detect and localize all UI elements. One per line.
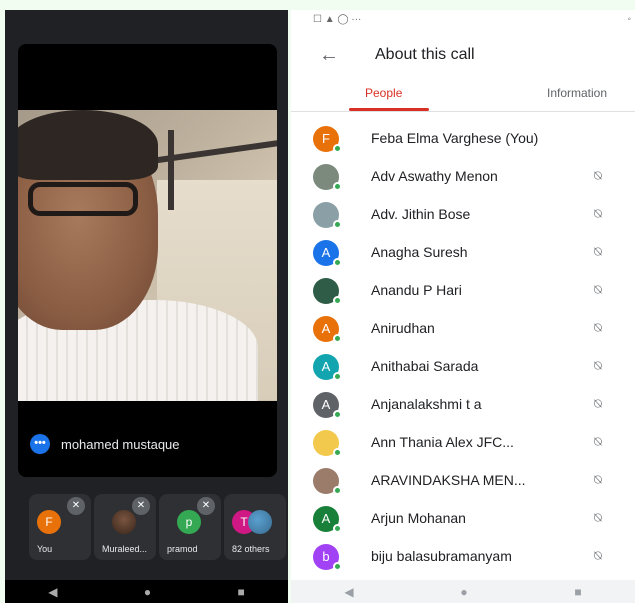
- participant-tiles: ✕ F You ✕ Muraleed... ✕ p pramod T 82 ot…: [29, 494, 286, 560]
- participant-name: Anithabai Sarada: [371, 358, 479, 374]
- mic-off-icon: ⍉: [594, 282, 602, 297]
- mic-off-icon: ⍉: [594, 320, 602, 335]
- presence-dot-icon: [333, 144, 342, 153]
- mic-off-icon: ⍉: [594, 396, 602, 411]
- tab-people[interactable]: People: [365, 86, 402, 100]
- video-background-pipe-vertical: [168, 130, 174, 210]
- participant-name: Adv. Jithin Bose: [371, 206, 471, 222]
- presence-dot-icon: [333, 486, 342, 495]
- presence-dot-icon: [333, 410, 342, 419]
- speaker-name: mohamed mustaque: [61, 436, 180, 452]
- participant-row[interactable]: A Arjun Mohanan ⍉: [291, 498, 635, 536]
- meet-call-screen: ••• mohamed mustaque ✕ F You ✕ Muraleed.…: [5, 10, 288, 603]
- participant-row[interactable]: A Anirudhan ⍉: [291, 308, 635, 346]
- presence-dot-icon: [333, 524, 342, 533]
- presence-dot-icon: [333, 296, 342, 305]
- presence-dot-icon: [333, 448, 342, 457]
- participant-row[interactable]: A Anjanalakshmi t a ⍉: [291, 384, 635, 422]
- status-bar: [5, 10, 288, 40]
- participant-name: Adv Aswathy Menon: [371, 168, 498, 184]
- participant-name: Anjanalakshmi t a: [371, 396, 482, 412]
- mic-off-icon: ⍉: [594, 244, 602, 259]
- speaker-name-row: ••• mohamed mustaque: [30, 432, 180, 456]
- tile-others[interactable]: T 82 others: [224, 494, 286, 560]
- mic-off-icon: ✕: [132, 497, 150, 515]
- back-nav-icon[interactable]: ◀: [48, 585, 57, 599]
- video-background-pipe: [138, 140, 277, 166]
- participant-row[interactable]: A Anagha Suresh ⍉: [291, 232, 635, 270]
- mic-off-icon: ⍉: [594, 206, 602, 221]
- back-nav-icon[interactable]: ◀: [344, 585, 353, 599]
- signal-icon: ◦: [627, 14, 631, 25]
- speaker-glasses: [28, 182, 138, 216]
- tile-label: Muraleed...: [102, 544, 148, 554]
- active-speaker-card[interactable]: ••• mohamed mustaque: [18, 44, 277, 477]
- mic-off-icon: ⍉: [594, 168, 602, 183]
- presence-dot-icon: [333, 182, 342, 191]
- avatar-photo: [248, 510, 272, 534]
- about-call-screen: ☐ ▲ ◯ ··· ◦ ← About this call People Inf…: [291, 10, 635, 603]
- mic-off-icon: ⍉: [594, 472, 602, 487]
- participant-row[interactable]: b biju balasubramanyam ⍉: [291, 536, 635, 574]
- participant-name: Arjun Mohanan: [371, 510, 466, 526]
- home-nav-icon[interactable]: ●: [144, 585, 151, 599]
- participant-name: Anirudhan: [371, 320, 435, 336]
- android-nav-bar: ◀ ● ■: [291, 580, 635, 603]
- presence-dot-icon: [333, 258, 342, 267]
- presence-dot-icon: [333, 334, 342, 343]
- more-options-icon[interactable]: •••: [30, 434, 50, 454]
- tile-label: pramod: [167, 544, 198, 554]
- tile-you[interactable]: ✕ F You: [29, 494, 91, 560]
- page-title: About this call: [375, 46, 475, 63]
- back-arrow-icon[interactable]: ←: [319, 44, 339, 67]
- mic-off-icon: ✕: [67, 497, 85, 515]
- home-nav-icon[interactable]: ●: [460, 585, 467, 599]
- participant-row[interactable]: Anandu P Hari ⍉: [291, 270, 635, 308]
- speaker-video: [18, 110, 277, 401]
- mic-off-icon: ⍉: [594, 434, 602, 449]
- participant-row[interactable]: F Feba Elma Varghese (You): [291, 118, 635, 156]
- mic-off-icon: ⍉: [594, 510, 602, 525]
- participant-name: Feba Elma Varghese (You): [371, 130, 539, 146]
- screenshot-collage: ••• mohamed mustaque ✕ F You ✕ Muraleed.…: [0, 0, 635, 603]
- mic-off-icon: ⍉: [594, 548, 602, 563]
- participant-name: biju balasubramanyam: [371, 548, 512, 564]
- tile-label: You: [37, 544, 53, 554]
- speaker-hair: [18, 110, 158, 180]
- people-list: F Feba Elma Varghese (You) Adv Aswathy Men…: [291, 118, 635, 574]
- presence-dot-icon: [333, 372, 342, 381]
- avatar: p: [177, 510, 201, 534]
- participant-name: Anagha Suresh: [371, 244, 468, 260]
- participant-name: Anandu P Hari: [371, 282, 462, 298]
- recents-nav-icon[interactable]: ■: [238, 585, 245, 599]
- presence-dot-icon: [333, 220, 342, 229]
- avatar-photo: [112, 510, 136, 534]
- participant-row[interactable]: ARAVINDAKSHA MEN... ⍉: [291, 460, 635, 498]
- tile-muraleed[interactable]: ✕ Muraleed...: [94, 494, 156, 560]
- participant-name: ARAVINDAKSHA MEN...: [371, 472, 526, 488]
- participant-row[interactable]: Adv. Jithin Bose ⍉: [291, 194, 635, 232]
- participant-row[interactable]: Ann Thania Alex JFC... ⍉: [291, 422, 635, 460]
- android-nav-bar: ◀ ● ■: [5, 580, 288, 603]
- participant-row[interactable]: A Anithabai Sarada ⍉: [291, 346, 635, 384]
- mic-off-icon: ✕: [197, 497, 215, 515]
- presence-dot-icon: [333, 562, 342, 571]
- recents-nav-icon[interactable]: ■: [574, 585, 581, 599]
- mic-off-icon: ⍉: [594, 358, 602, 373]
- tabs-divider: [291, 111, 635, 112]
- participant-name: Ann Thania Alex JFC...: [371, 434, 514, 450]
- tile-label: 82 others: [232, 544, 270, 554]
- participant-row[interactable]: Adv Aswathy Menon ⍉: [291, 156, 635, 194]
- tile-pramod[interactable]: ✕ p pramod: [159, 494, 221, 560]
- status-icons: ☐ ▲ ◯ ···: [313, 14, 362, 25]
- tab-information[interactable]: Information: [547, 86, 607, 100]
- avatar: F: [37, 510, 61, 534]
